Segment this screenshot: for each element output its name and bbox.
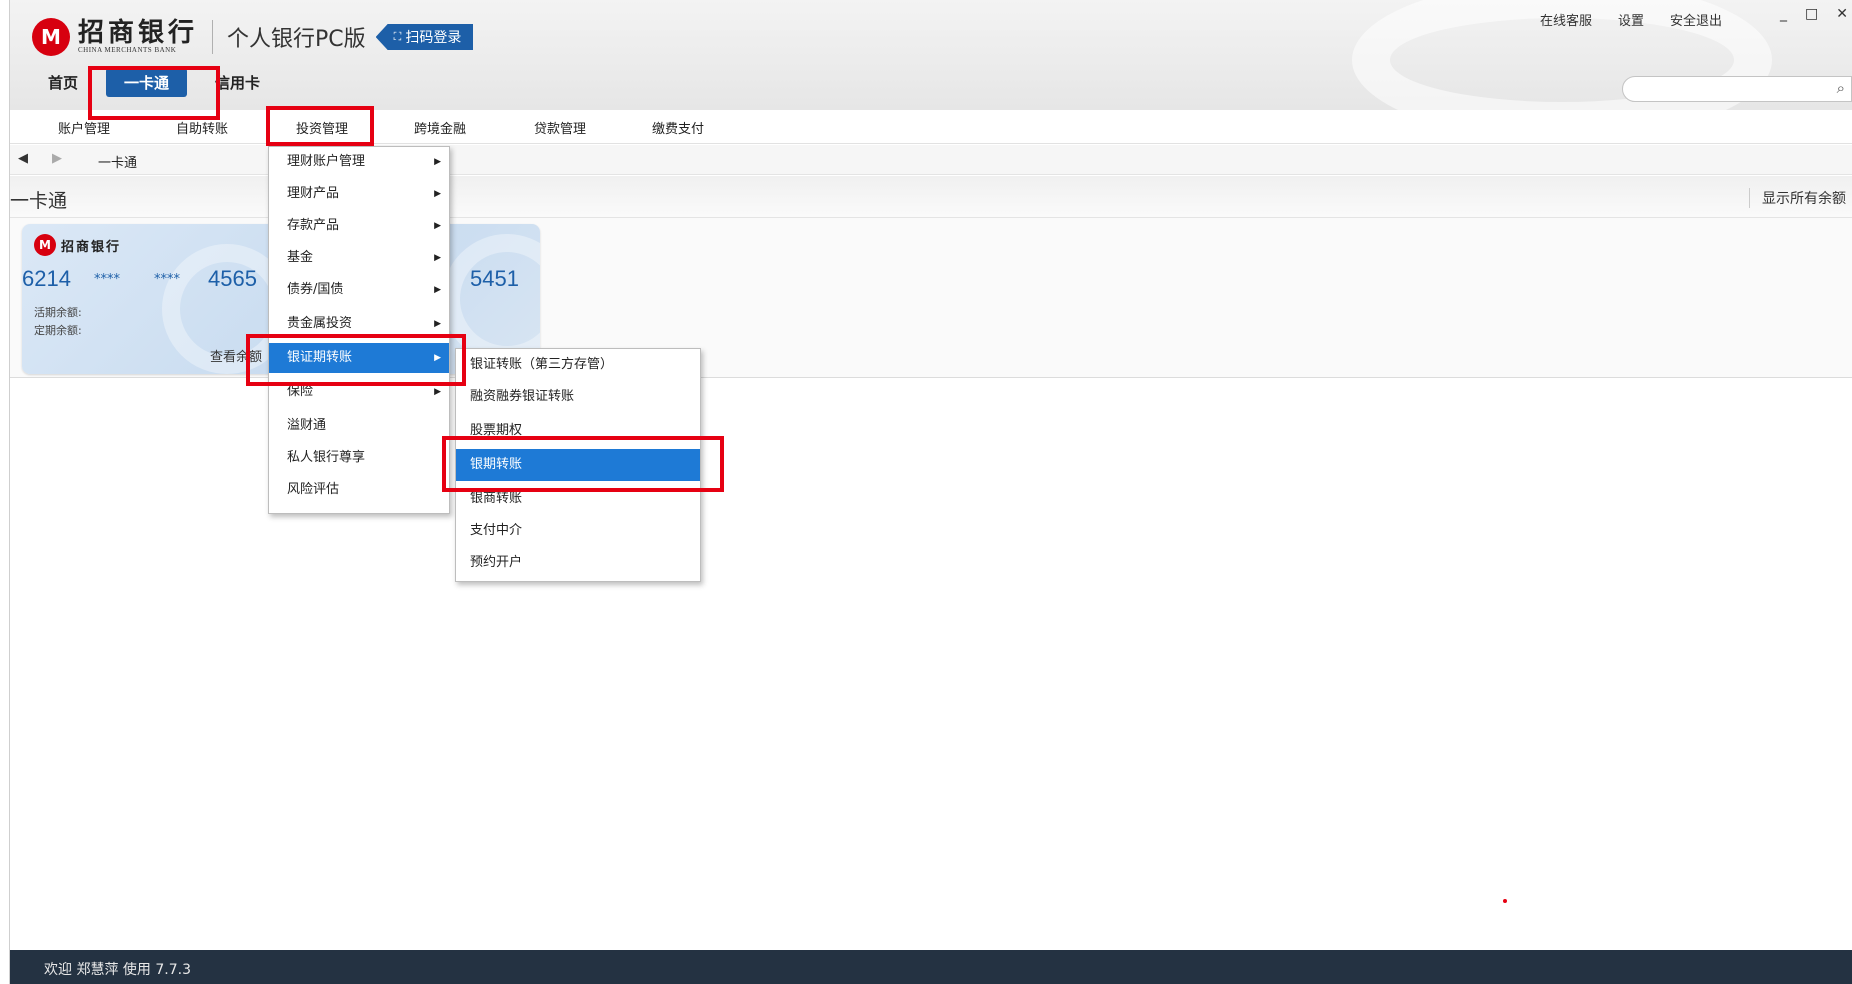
status-bar: 欢迎 郑慧萍 使用 7.7.3 <box>10 950 1852 984</box>
card-logo-icon: M <box>34 234 56 256</box>
menu-item-label: 基金 <box>287 250 314 265</box>
logout-link[interactable]: 安全退出 <box>1670 10 1722 29</box>
submenu-arrow-icon: ▶ <box>434 221 441 231</box>
menu-item-label: 贵金属投资 <box>287 316 353 331</box>
card-logo: M 招商银行 <box>34 234 121 256</box>
cursor-dot <box>1503 899 1507 903</box>
breadcrumb-current: 一卡通 <box>98 156 138 171</box>
menu-item-label: 溢财通 <box>287 418 327 433</box>
subnav-bill-payment[interactable]: 缴费支付 <box>652 118 704 137</box>
menu-item-wealth-account[interactable]: 理财账户管理 ▶ <box>269 147 449 177</box>
investment-menu: 理财账户管理 ▶ 理财产品 ▶ 存款产品 ▶ 基金 ▶ 债券/国债 ▶ 贵金属投资 ▶ 银证… <box>268 146 450 514</box>
app-title: 个人银行PC版 <box>227 27 366 52</box>
menu-item-bonds[interactable]: 债券/国债 ▶ <box>269 275 449 305</box>
bank-logo: M 招商银行 CHINA MERCHANTS BANK 个人银行PC版 ⛶ 扫码… <box>32 18 474 56</box>
menu-item-label: 存款产品 <box>287 218 340 233</box>
window-left-edge <box>0 0 10 984</box>
nav-credit-card[interactable]: 信用卡 <box>215 72 260 93</box>
submenu-item-payment-agent[interactable]: 支付中介 <box>456 515 700 547</box>
close-icon[interactable]: ✕ <box>1836 6 1848 22</box>
card-number-mask: **** <box>154 272 180 287</box>
nav-home[interactable]: 首页 <box>48 72 78 93</box>
menu-item-label: 理财产品 <box>287 186 340 201</box>
search-icon[interactable]: ⌕ <box>1837 79 1845 97</box>
submenu-item-bank-securities-transfer[interactable]: 银证转账（第三方存管） <box>456 349 700 381</box>
menu-item-funds[interactable]: 基金 ▶ <box>269 243 449 273</box>
top-links: 在线客服 设置 安全退出 <box>1540 10 1722 29</box>
menu-item-label: 保险 <box>287 384 314 399</box>
logo-chinese: 招商银行 <box>78 18 199 48</box>
menu-item-label: 私人银行尊享 <box>287 450 366 465</box>
annotation-box <box>442 436 724 492</box>
menu-item-label: 理财账户管理 <box>287 154 366 169</box>
window-controls: _ □ ✕ <box>1780 6 1848 22</box>
subnav-cross-border-finance[interactable]: 跨境金融 <box>414 118 466 137</box>
annotation-box <box>88 66 220 120</box>
submenu-arrow-icon: ▶ <box>434 157 441 167</box>
fixed-balance-label: 定期余额: <box>34 324 82 337</box>
card-number-start: 6214 <box>22 266 71 291</box>
menu-item-wealth-products[interactable]: 理财产品 ▶ <box>269 179 449 209</box>
subnav-self-transfer[interactable]: 自助转账 <box>176 118 228 137</box>
qr-scan-icon: ⛶ <box>393 30 402 43</box>
card-number-mask: **** <box>94 272 120 287</box>
scan-login-button[interactable]: ⛶ 扫码登录 <box>375 24 474 50</box>
submenu-item-appointment-account[interactable]: 预约开户 <box>456 547 700 579</box>
subnav-loan-management[interactable]: 贷款管理 <box>534 118 586 137</box>
search-input[interactable]: ⌕ <box>1622 76 1852 102</box>
annotation-box <box>246 334 466 386</box>
app-header: M 招商银行 CHINA MERCHANTS BANK 个人银行PC版 ⛶ 扫码… <box>10 0 1852 140</box>
back-arrow-icon[interactable]: ◀ <box>18 151 28 166</box>
submenu-arrow-icon: ▶ <box>434 253 441 263</box>
page-title: 一卡通 <box>10 190 68 212</box>
menu-item-private-banking[interactable]: 私人银行尊享 <box>269 443 449 473</box>
menu-item-label: 债券/国债 <box>287 282 344 297</box>
bank-logo-icon: M <box>32 18 70 56</box>
submenu-arrow-icon: ▶ <box>434 285 441 295</box>
welcome-text: 欢迎 郑慧萍 使用 7.7.3 <box>44 962 191 978</box>
maximize-icon[interactable]: □ <box>1805 6 1818 22</box>
submenu-item-margin-transfer[interactable]: 融资融券银证转账 <box>456 381 700 413</box>
menu-item-risk-assessment[interactable]: 风险评估 <box>269 475 449 505</box>
logo-divider <box>212 20 214 54</box>
scan-login-label: 扫码登录 <box>405 30 462 46</box>
minimize-icon[interactable]: _ <box>1780 6 1787 22</box>
annotation-box <box>266 106 374 146</box>
current-balance-label: 活期余额: <box>34 306 82 319</box>
online-service-link[interactable]: 在线客服 <box>1540 10 1592 29</box>
logo-english: CHINA MERCHANTS BANK <box>78 46 177 54</box>
menu-item-yicaitong[interactable]: 溢财通 <box>269 411 449 441</box>
forward-arrow-icon[interactable]: ▶ <box>52 151 62 166</box>
settings-link[interactable]: 设置 <box>1618 10 1644 29</box>
card-number-end: 5451 <box>470 266 519 291</box>
card-number-mid: 4565 <box>208 266 257 291</box>
card-logo-text: 招商银行 <box>61 239 122 255</box>
subnav-account-management[interactable]: 账户管理 <box>58 118 110 137</box>
show-all-balance-button[interactable]: 显示所有余额 <box>1749 188 1846 208</box>
submenu-arrow-icon: ▶ <box>434 189 441 199</box>
menu-item-deposit-products[interactable]: 存款产品 ▶ <box>269 211 449 241</box>
menu-item-label: 风险评估 <box>287 482 340 497</box>
